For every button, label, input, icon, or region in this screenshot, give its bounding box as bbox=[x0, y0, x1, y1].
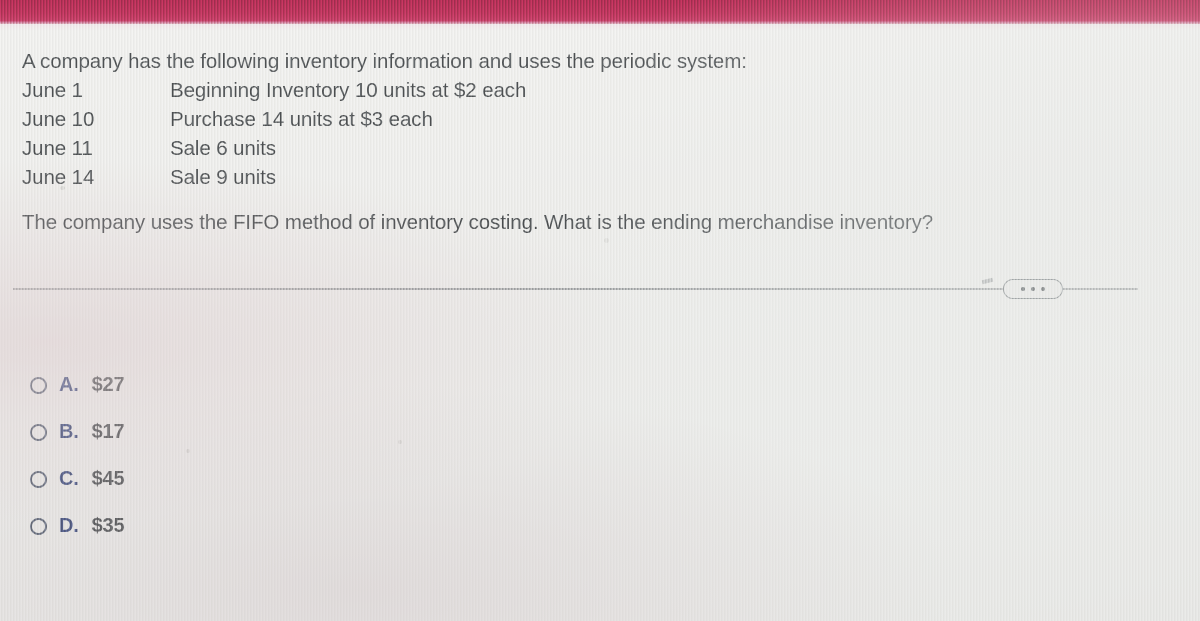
ledger-row: June 11 Sale 6 units bbox=[22, 137, 526, 166]
screenshot-root: A company has the following inventory in… bbox=[0, 0, 1200, 621]
radio-button-d[interactable] bbox=[30, 518, 47, 535]
option-row-c[interactable]: C. $45 bbox=[30, 456, 125, 503]
option-row-b[interactable]: B. $17 bbox=[30, 409, 125, 456]
radio-button-a[interactable] bbox=[30, 377, 47, 394]
ledger-description: Sale 6 units bbox=[170, 137, 276, 160]
radio-button-b[interactable] bbox=[30, 424, 47, 441]
photo-speck bbox=[186, 449, 190, 453]
divider-tick-mark bbox=[981, 277, 994, 285]
option-letter-a: A. bbox=[59, 374, 79, 396]
option-letter-d: D. bbox=[59, 515, 79, 537]
ledger-date: June 1 bbox=[22, 79, 83, 102]
option-row-d[interactable]: D. $35 bbox=[30, 503, 125, 550]
photo-speck bbox=[398, 440, 402, 444]
ledger-date: June 11 bbox=[22, 137, 93, 160]
option-value-a: $27 bbox=[91, 374, 125, 396]
option-value-c: $45 bbox=[91, 468, 125, 490]
ellipsis-icon bbox=[1031, 287, 1035, 291]
more-options-button[interactable] bbox=[1003, 279, 1063, 299]
option-value-d: $35 bbox=[91, 515, 125, 537]
problem-intro-text: A company has the following inventory in… bbox=[22, 50, 747, 73]
question-content: A company has the following inventory in… bbox=[0, 0, 1200, 621]
answer-options-list: A. $27 B. $17 C. $45 D. $35 bbox=[30, 362, 125, 550]
ledger-description: Beginning Inventory 10 units at $2 each bbox=[170, 79, 527, 102]
option-letter-b: B. bbox=[59, 421, 79, 443]
ledger-row: June 14 Sale 9 units bbox=[22, 166, 526, 195]
ledger-date: June 14 bbox=[22, 166, 95, 189]
question-prompt-text: The company uses the FIFO method of inve… bbox=[22, 211, 934, 234]
radio-button-c[interactable] bbox=[30, 471, 47, 488]
photo-speck bbox=[604, 238, 609, 243]
ledger-date: June 10 bbox=[22, 108, 95, 131]
ledger-row: June 10 Purchase 14 units at $3 each bbox=[22, 108, 526, 137]
option-value-b: $17 bbox=[91, 421, 125, 443]
ledger-description: Purchase 14 units at $3 each bbox=[170, 108, 433, 131]
section-divider bbox=[13, 288, 1138, 290]
option-row-a[interactable]: A. $27 bbox=[30, 362, 125, 409]
ledger-description: Sale 9 units bbox=[170, 166, 276, 189]
photo-speck bbox=[60, 186, 65, 190]
option-letter-c: C. bbox=[59, 468, 79, 490]
ledger-row: June 1 Beginning Inventory 10 units at $… bbox=[22, 79, 526, 108]
ellipsis-icon bbox=[1021, 287, 1025, 291]
ellipsis-icon bbox=[1041, 287, 1045, 291]
inventory-ledger: June 1 Beginning Inventory 10 units at $… bbox=[22, 79, 526, 195]
